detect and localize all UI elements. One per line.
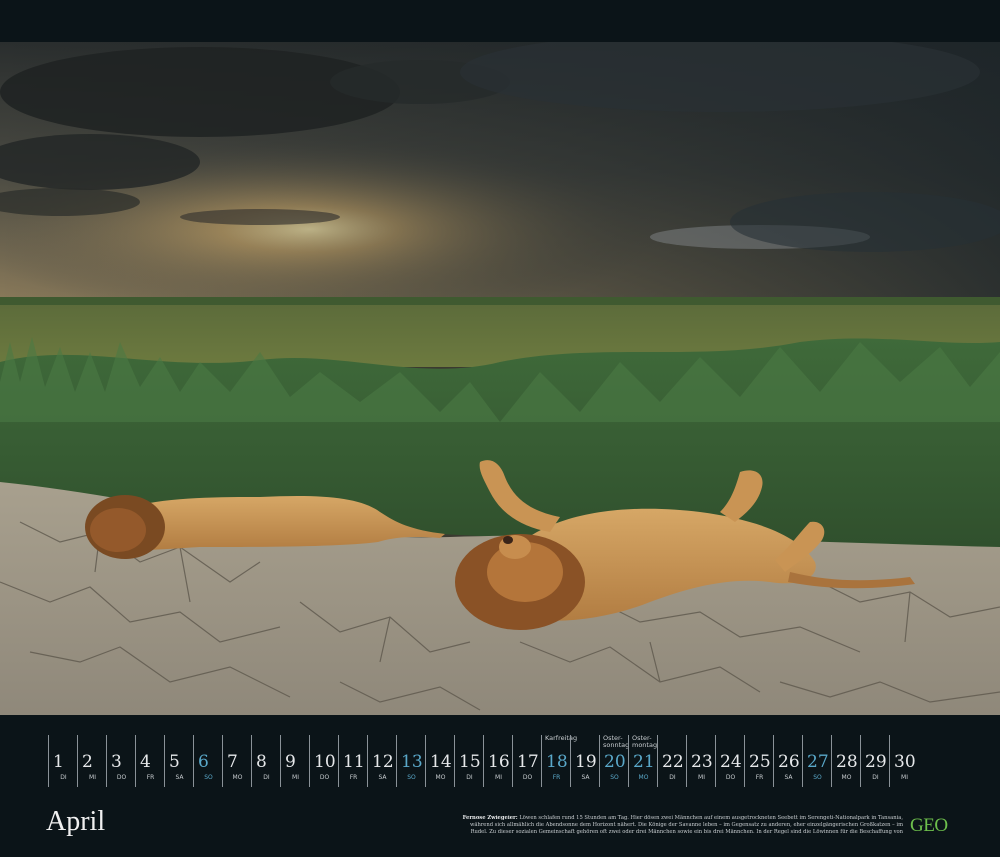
day-cell: 19 SA [570, 735, 600, 787]
day-number: 26 [778, 752, 800, 772]
day-abbreviation: MO [232, 774, 243, 781]
day-abbreviation: MO [435, 774, 446, 781]
day-number: 3 [111, 752, 122, 772]
day-abbreviation: DO [319, 774, 330, 781]
day-cell: 24 DO [715, 735, 745, 787]
day-abbreviation: DI [263, 774, 270, 781]
day-abbreviation: FR [552, 774, 561, 781]
day-cell: 6 SO [193, 735, 223, 787]
day-number: 8 [256, 752, 267, 772]
day-cell: Oster- montag 21 MO [628, 735, 658, 787]
day-number: 1 [53, 752, 64, 772]
day-abbreviation: DI [60, 774, 67, 781]
day-cell: 22 DI [657, 735, 687, 787]
day-number: 20 [604, 752, 626, 772]
day-cell: 16 MI [483, 735, 513, 787]
day-cell: 12 SA [367, 735, 397, 787]
day-abbreviation: MI [901, 774, 908, 781]
day-cell: Oster- sonntag 20 SO [599, 735, 629, 787]
day-abbreviation: MI [89, 774, 96, 781]
day-cell: 1 DI [48, 735, 78, 787]
day-cell: 4 FR [135, 735, 165, 787]
caption-text: Löwen schlafen rund 15 Stunden am Tag. H… [469, 815, 903, 835]
day-cell: 7 MO [222, 735, 252, 787]
day-cell: 13 SO [396, 735, 426, 787]
day-cell: 5 SA [164, 735, 194, 787]
day-number: 18 [546, 752, 568, 772]
day-abbreviation: MO [841, 774, 852, 781]
day-number: 11 [343, 752, 365, 772]
day-cell: 11 FR [338, 735, 368, 787]
day-abbreviation: SA [581, 774, 590, 781]
lion-photo-illustration [0, 42, 1000, 715]
day-abbreviation: DO [725, 774, 736, 781]
day-number: 16 [488, 752, 510, 772]
day-abbreviation: SA [784, 774, 793, 781]
day-number: 23 [691, 752, 713, 772]
top-band [0, 0, 1000, 42]
day-number: 15 [459, 752, 481, 772]
day-abbreviation: FR [146, 774, 155, 781]
day-cell: 10 DO [309, 735, 339, 787]
day-abbreviation: SA [378, 774, 387, 781]
day-number: 13 [401, 752, 423, 772]
caption-title: Fernose Zwiegeier: [462, 815, 518, 821]
day-cell: 15 DI [454, 735, 484, 787]
day-abbreviation: MO [638, 774, 649, 781]
day-cell: 3 DO [106, 735, 136, 787]
day-abbreviation: MI [495, 774, 502, 781]
day-number: 9 [285, 752, 296, 772]
day-cell: 30 MI [889, 735, 919, 787]
day-number: 25 [749, 752, 771, 772]
day-cell: 9 MI [280, 735, 310, 787]
day-cell: 26 SA [773, 735, 803, 787]
day-abbreviation: SO [204, 774, 213, 781]
day-number: 19 [575, 752, 597, 772]
month-title: April [46, 806, 106, 837]
day-abbreviation: MI [292, 774, 299, 781]
day-number: 4 [140, 752, 151, 772]
day-number: 2 [82, 752, 93, 772]
day-strip: 1 DI 2 MI 3 DO 4 FR 5 SA 6 SO 7 MO 8 DI 9 MI 10 DO 11 FR 12 SA 1… [48, 735, 928, 787]
day-abbreviation: SA [175, 774, 184, 781]
day-number: 28 [836, 752, 858, 772]
day-cell: 17 DO [512, 735, 542, 787]
day-cell: 14 MO [425, 735, 455, 787]
day-number: 27 [807, 752, 829, 772]
day-cell: 23 MI [686, 735, 716, 787]
day-number: 5 [169, 752, 180, 772]
day-number: 21 [633, 752, 655, 772]
day-cell: Karfreitag 18 FR [541, 735, 577, 787]
lion-photo [0, 42, 1000, 715]
day-number: 6 [198, 752, 209, 772]
day-number: 24 [720, 752, 742, 772]
day-number: 29 [865, 752, 887, 772]
photo-caption: Fernose Zwiegeier: Löwen schlafen rund 1… [453, 815, 903, 835]
day-abbreviation: SO [610, 774, 619, 781]
day-abbreviation: FR [349, 774, 358, 781]
day-number: 14 [430, 752, 452, 772]
day-number: 17 [517, 752, 539, 772]
day-cell: 27 SO [802, 735, 832, 787]
day-cell: 28 MO [831, 735, 861, 787]
day-abbreviation: DO [116, 774, 127, 781]
day-number: 22 [662, 752, 684, 772]
day-cell: 8 DI [251, 735, 281, 787]
day-cell: 25 FR [744, 735, 774, 787]
day-cell: 2 MI [77, 735, 107, 787]
day-abbreviation: MI [698, 774, 705, 781]
day-abbreviation: DI [466, 774, 473, 781]
day-number: 30 [894, 752, 916, 772]
day-abbreviation: DI [669, 774, 676, 781]
day-number: 12 [372, 752, 394, 772]
day-cell: 29 DI [860, 735, 890, 787]
geo-logo: GEO [910, 815, 948, 836]
day-number: 10 [314, 752, 336, 772]
day-abbreviation: SO [813, 774, 822, 781]
day-abbreviation: SO [407, 774, 416, 781]
day-abbreviation: DI [872, 774, 879, 781]
day-abbreviation: FR [755, 774, 764, 781]
day-abbreviation: DO [522, 774, 533, 781]
day-number: 7 [227, 752, 238, 772]
